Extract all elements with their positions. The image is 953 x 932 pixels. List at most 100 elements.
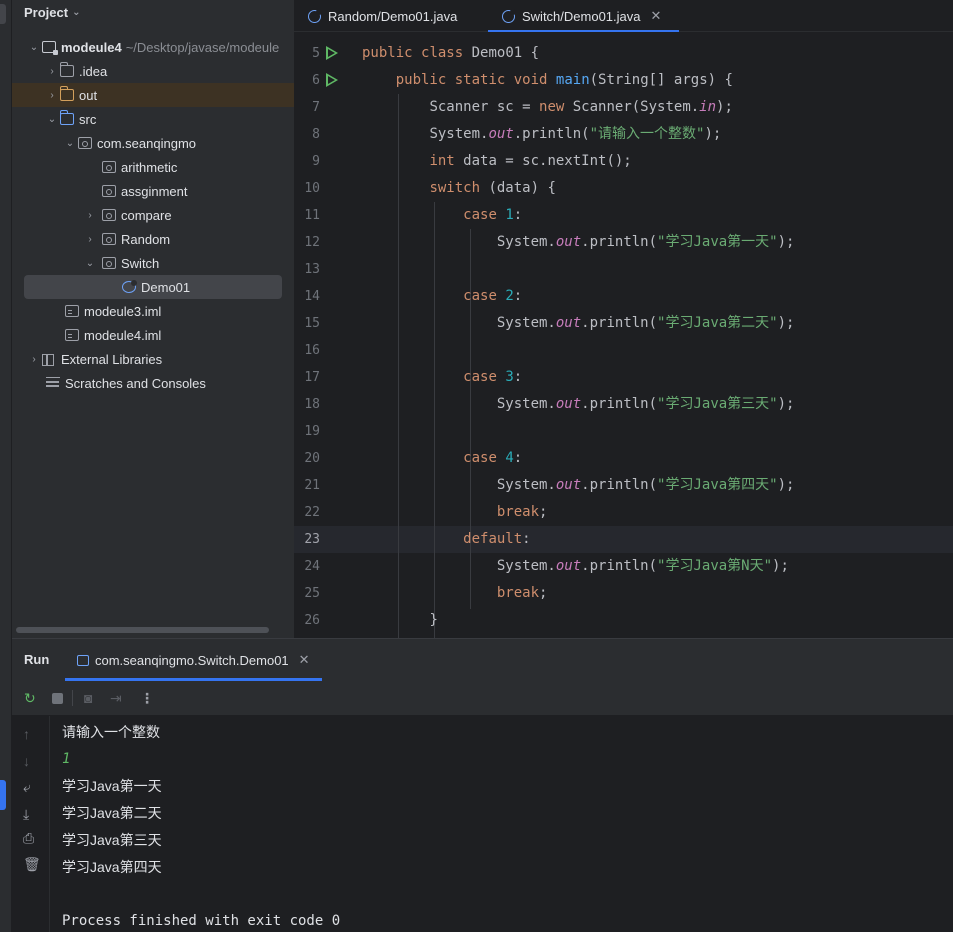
exit-icon[interactable]: ⇥ — [110, 690, 122, 707]
chevron-down-icon[interactable]: ⌄ — [62, 138, 78, 149]
code-line-17: case 3: — [463, 369, 523, 385]
tree-item-demo01[interactable]: Demo01 — [24, 275, 282, 299]
scroll-to-end-icon[interactable]: ⤓ — [23, 806, 29, 823]
folder-icon — [60, 62, 74, 77]
iml-file-icon — [65, 305, 79, 317]
code-area[interactable]: public class Demo01 { public static void… — [362, 40, 953, 634]
excluded-folder-icon — [60, 86, 74, 101]
line-number: 15 — [304, 316, 320, 331]
toolbar-separator — [72, 690, 73, 706]
tree-item-modeule4[interactable]: ⌄ modeule4 ~/Desktop/javase/modeule — [12, 35, 294, 59]
chevron-right-icon[interactable]: › — [44, 66, 60, 77]
run-toolbar: ↻ ◙ ⇥ ⋮ — [12, 681, 953, 716]
tree-item-assginment[interactable]: assginment — [12, 179, 294, 203]
code-editor[interactable]: Random/Demo01.java Switch/Demo01.java ✕ … — [294, 0, 953, 638]
code-line-21: System.out.println("学习Java第四天"); — [496, 477, 795, 493]
stop-icon[interactable] — [52, 693, 63, 704]
tree-item-modeule4-iml[interactable]: modeule4.iml — [12, 323, 294, 347]
camera-icon[interactable]: ◙ — [84, 690, 92, 706]
chevron-down-icon[interactable]: ⌄ — [44, 114, 60, 125]
line-number: 7 — [312, 100, 320, 115]
tree-item-modeule3-iml[interactable]: modeule3.iml — [12, 299, 294, 323]
tree-item-label: out — [79, 87, 98, 103]
activity-project-button[interactable] — [0, 4, 6, 24]
tree-item-idea[interactable]: › .idea — [12, 59, 294, 83]
run-gutter-icon[interactable] — [326, 73, 338, 87]
application-icon — [77, 654, 89, 666]
run-panel-title: Run — [24, 652, 50, 667]
activity-run-button[interactable] — [0, 780, 6, 810]
soft-wrap-icon[interactable]: ⤶ — [23, 779, 31, 796]
project-horizontal-scrollbar[interactable] — [16, 627, 269, 633]
library-icon — [42, 353, 56, 366]
line-number: 20 — [304, 451, 320, 466]
line-number: 12 — [304, 235, 320, 250]
line-number: 24 — [304, 559, 320, 574]
code-line-23: default: — [463, 531, 531, 547]
run-panel-header: Run com.seanqingmo.Switch.Demo01 ✕ — [12, 639, 953, 681]
tree-item-scratches[interactable]: Scratches and Consoles — [12, 371, 294, 395]
arrow-up-icon[interactable]: ↑ — [23, 726, 30, 742]
line-number-current: 23 — [304, 532, 320, 547]
code-line-8: System.out.println("请输入一个整数"); — [429, 126, 722, 142]
run-gutter-icon[interactable] — [326, 46, 338, 60]
chevron-down-icon[interactable]: ⌄ — [72, 7, 80, 18]
chevron-down-icon[interactable]: ⌄ — [82, 258, 98, 269]
console-line: 学习Java第二天 — [62, 805, 162, 821]
tab-label: Random/Demo01.java — [328, 8, 458, 24]
java-class-icon — [122, 280, 137, 293]
line-number: 14 — [304, 289, 320, 304]
package-icon — [102, 209, 116, 221]
chevron-right-icon[interactable]: › — [44, 90, 60, 101]
code-line-22: break; — [496, 504, 548, 520]
tree-item-label: Random — [121, 231, 171, 247]
rerun-icon[interactable]: ↻ — [24, 690, 36, 707]
tree-item-com-seanqingmo[interactable]: ⌄ com.seanqingmo — [12, 131, 294, 155]
code-line-26: } — [429, 612, 438, 628]
code-line-25: break; — [496, 585, 548, 601]
tree-item-label: Demo01 — [141, 279, 191, 295]
console-side-toolbar: ↑ ↓ ⤶ ⤓ ⎙ 🗑 — [12, 716, 50, 932]
close-icon[interactable]: ✕ — [651, 8, 662, 24]
line-number: 22 — [304, 505, 320, 520]
package-icon — [78, 137, 92, 149]
chevron-right-icon[interactable]: › — [82, 234, 98, 245]
tree-item-arithmetic[interactable]: arithmetic — [12, 155, 294, 179]
line-number: 13 — [304, 262, 320, 277]
tab-switch-demo01[interactable]: Switch/Demo01.java ✕ — [487, 0, 680, 32]
code-line-5: public class Demo01 { — [362, 45, 540, 61]
chevron-right-icon[interactable]: › — [26, 354, 42, 365]
package-icon — [102, 185, 116, 197]
tree-item-src[interactable]: ⌄ src — [12, 107, 294, 131]
tree-item-label: compare — [121, 207, 172, 223]
line-number: 26 — [304, 613, 320, 628]
chevron-right-icon[interactable]: › — [82, 210, 98, 221]
line-number-gutter[interactable]: 5 6 7 8 9 10 11 12 13 14 15 16 17 18 19 … — [294, 40, 358, 634]
line-number: 11 — [304, 208, 320, 223]
tree-item-external-libraries[interactable]: › External Libraries — [12, 347, 294, 371]
more-icon[interactable]: ⋮ — [140, 690, 154, 707]
print-icon[interactable]: ⎙ — [23, 830, 34, 847]
chevron-down-icon[interactable]: ⌄ — [26, 42, 42, 53]
tree-item-compare[interactable]: › compare — [12, 203, 294, 227]
arrow-down-icon[interactable]: ↓ — [23, 753, 30, 769]
code-line-7: Scanner sc = new Scanner(System.in); — [429, 99, 733, 115]
console-output[interactable]: 请输入一个整数 1 学习Java第一天 学习Java第二天 学习Java第三天 … — [62, 716, 953, 932]
console-exit-line: Process finished with exit code 0 — [62, 913, 341, 929]
tab-random-demo01[interactable]: Random/Demo01.java — [308, 0, 457, 32]
run-config-tab[interactable]: com.seanqingmo.Switch.Demo01 ✕ — [65, 639, 322, 681]
console-line: 学习Java第三天 — [62, 832, 162, 848]
tree-item-random[interactable]: › Random — [12, 227, 294, 251]
project-panel-header[interactable]: Project ⌄ — [12, 0, 294, 24]
line-number: 17 — [304, 370, 320, 385]
tree-item-switch[interactable]: ⌄ Switch — [12, 251, 294, 275]
module-folder-icon — [42, 41, 58, 55]
tree-item-out[interactable]: › out — [12, 83, 294, 107]
tab-label: Switch/Demo01.java — [522, 8, 641, 24]
close-icon[interactable]: ✕ — [299, 652, 310, 668]
trash-icon[interactable]: 🗑 — [23, 856, 41, 873]
